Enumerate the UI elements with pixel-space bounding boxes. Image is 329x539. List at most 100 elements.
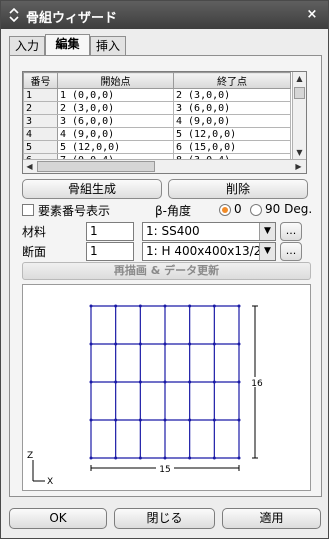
member-table[interactable]: 番号 開始点 終了点 1 1 (0,0,0) 2 (3,0,0) 2 2 (3,… bbox=[22, 71, 307, 174]
frame-node bbox=[212, 304, 216, 308]
frame-node bbox=[212, 380, 216, 384]
table-row[interactable]: 2 2 (3,0,0) 3 (6,0,0) bbox=[23, 101, 291, 115]
edit-panel: 番号 開始点 終了点 1 1 (0,0,0) 2 (3,0,0) 2 2 (3,… bbox=[9, 55, 322, 497]
scroll-down-icon[interactable]: ▼ bbox=[293, 146, 306, 159]
frame-node bbox=[89, 342, 93, 346]
generate-frame-button[interactable]: 骨組生成 bbox=[22, 179, 162, 199]
column-header-start[interactable]: 開始点 bbox=[57, 72, 174, 89]
frame-node bbox=[237, 418, 241, 422]
frame-node bbox=[237, 342, 241, 346]
table-row[interactable]: 4 4 (9,0,0) 5 (12,0,0) bbox=[23, 127, 291, 141]
column-header-end[interactable]: 終了点 bbox=[173, 72, 291, 89]
frame-node bbox=[89, 380, 93, 384]
frame-grid bbox=[89, 304, 241, 460]
frame-node bbox=[138, 342, 142, 346]
table-vertical-scrollbar[interactable]: ▲ ▼ bbox=[292, 72, 306, 159]
frame-node bbox=[114, 380, 118, 384]
tab-input[interactable]: 入力 bbox=[9, 36, 45, 55]
frame-node bbox=[212, 456, 216, 460]
show-member-numbers-label: 要素番号表示 bbox=[38, 204, 111, 218]
frame-node bbox=[89, 304, 93, 308]
width-dimension-label: 15 bbox=[159, 465, 170, 475]
apply-button[interactable]: 適用 bbox=[222, 508, 321, 529]
frame-node bbox=[163, 456, 167, 460]
frame-node bbox=[89, 418, 93, 422]
row-number: 4 bbox=[23, 127, 58, 141]
start-point-cell[interactable]: 4 (9,0,0) bbox=[57, 127, 174, 141]
show-member-numbers-checkbox[interactable] bbox=[22, 204, 34, 216]
section-select-value: 1: H 400x400x13/21 bbox=[146, 244, 269, 258]
angle-0-radio[interactable] bbox=[219, 204, 231, 216]
scroll-left-icon[interactable]: ◀ bbox=[23, 160, 36, 173]
frame-node bbox=[188, 380, 192, 384]
frame-node bbox=[138, 418, 142, 422]
section-browse-button[interactable]: ... bbox=[280, 242, 302, 261]
z-axis-label: Z bbox=[27, 451, 33, 461]
close-icon[interactable]: × bbox=[303, 6, 321, 24]
frame-preview: 15 16 Z X bbox=[22, 284, 311, 491]
start-point-cell[interactable]: 5 (12,0,0) bbox=[57, 140, 174, 154]
scroll-up-icon[interactable]: ▲ bbox=[293, 72, 306, 85]
ok-button[interactable]: OK bbox=[9, 508, 107, 529]
frame-node bbox=[188, 304, 192, 308]
row-number: 5 bbox=[23, 140, 58, 154]
start-point-cell[interactable]: 3 (6,0,0) bbox=[57, 114, 174, 128]
column-header-number[interactable]: 番号 bbox=[23, 72, 58, 89]
title-bar[interactable]: 骨組ウィザード × bbox=[1, 1, 328, 29]
end-point-cell[interactable]: 3 (6,0,0) bbox=[173, 101, 291, 115]
table-row[interactable]: 3 3 (6,0,0) 4 (9,0,0) bbox=[23, 114, 291, 128]
frame-node bbox=[212, 418, 216, 422]
tab-insert[interactable]: 挿入 bbox=[90, 36, 126, 55]
collapse-icon[interactable] bbox=[8, 8, 20, 22]
table-row[interactable]: 5 5 (12,0,0) 6 (15,0,0) bbox=[23, 140, 291, 154]
frame-node bbox=[114, 342, 118, 346]
angle-90-radio[interactable] bbox=[250, 204, 262, 216]
frame-node bbox=[114, 304, 118, 308]
frame-node bbox=[138, 380, 142, 384]
scroll-thumb[interactable] bbox=[37, 161, 155, 172]
beta-angle-label: β-角度 bbox=[155, 204, 191, 218]
frame-wizard-window: 骨組ウィザード × 入力 編集 挿入 番号 開始点 終了点 1 1 (0,0,0… bbox=[0, 0, 329, 539]
delete-button[interactable]: 削除 bbox=[168, 179, 308, 199]
frame-node bbox=[237, 380, 241, 384]
material-select[interactable]: 1: SS400 ▼ bbox=[142, 222, 276, 241]
material-number-input[interactable]: 1 bbox=[86, 222, 134, 241]
x-axis-label: X bbox=[47, 477, 53, 487]
frame-node bbox=[237, 304, 241, 308]
frame-node bbox=[163, 304, 167, 308]
section-number-input[interactable]: 1 bbox=[86, 242, 134, 261]
chevron-down-icon[interactable]: ▼ bbox=[259, 243, 275, 260]
frame-node bbox=[138, 456, 142, 460]
section-select[interactable]: 1: H 400x400x13/21 ▼ bbox=[142, 242, 276, 261]
frame-node bbox=[188, 342, 192, 346]
close-button[interactable]: 閉じる bbox=[114, 508, 215, 529]
end-point-cell[interactable]: 5 (12,0,0) bbox=[173, 127, 291, 141]
frame-node bbox=[114, 456, 118, 460]
end-point-cell[interactable]: 4 (9,0,0) bbox=[173, 114, 291, 128]
frame-node bbox=[237, 456, 241, 460]
end-point-cell[interactable]: 6 (15,0,0) bbox=[173, 140, 291, 154]
scroll-right-icon[interactable]: ▶ bbox=[292, 160, 305, 173]
frame-node bbox=[163, 342, 167, 346]
frame-node bbox=[188, 418, 192, 422]
material-label: 材料 bbox=[22, 225, 47, 239]
material-browse-button[interactable]: ... bbox=[280, 222, 302, 241]
frame-node bbox=[138, 304, 142, 308]
chevron-down-icon[interactable]: ▼ bbox=[259, 223, 275, 240]
end-point-cell[interactable]: 2 (3,0,0) bbox=[173, 88, 291, 102]
frame-node bbox=[163, 380, 167, 384]
row-number: 1 bbox=[23, 88, 58, 102]
start-point-cell[interactable]: 2 (3,0,0) bbox=[57, 101, 174, 115]
refresh-update-button[interactable]: 再描画 & データ更新 bbox=[22, 262, 311, 280]
table-horizontal-scrollbar[interactable]: ◀ ▶ bbox=[23, 159, 306, 173]
start-point-cell[interactable]: 1 (0,0,0) bbox=[57, 88, 174, 102]
section-label: 断面 bbox=[22, 245, 47, 259]
frame-node bbox=[114, 418, 118, 422]
window-title: 骨組ウィザード bbox=[26, 11, 118, 26]
table-row[interactable]: 1 1 (0,0,0) 2 (3,0,0) bbox=[23, 88, 291, 102]
frame-preview-canvas: 15 16 Z X bbox=[27, 304, 265, 487]
scroll-thumb[interactable] bbox=[294, 87, 305, 99]
angle-0-label: 0 bbox=[234, 202, 242, 216]
tab-edit[interactable]: 編集 bbox=[45, 34, 90, 55]
frame-node bbox=[163, 418, 167, 422]
